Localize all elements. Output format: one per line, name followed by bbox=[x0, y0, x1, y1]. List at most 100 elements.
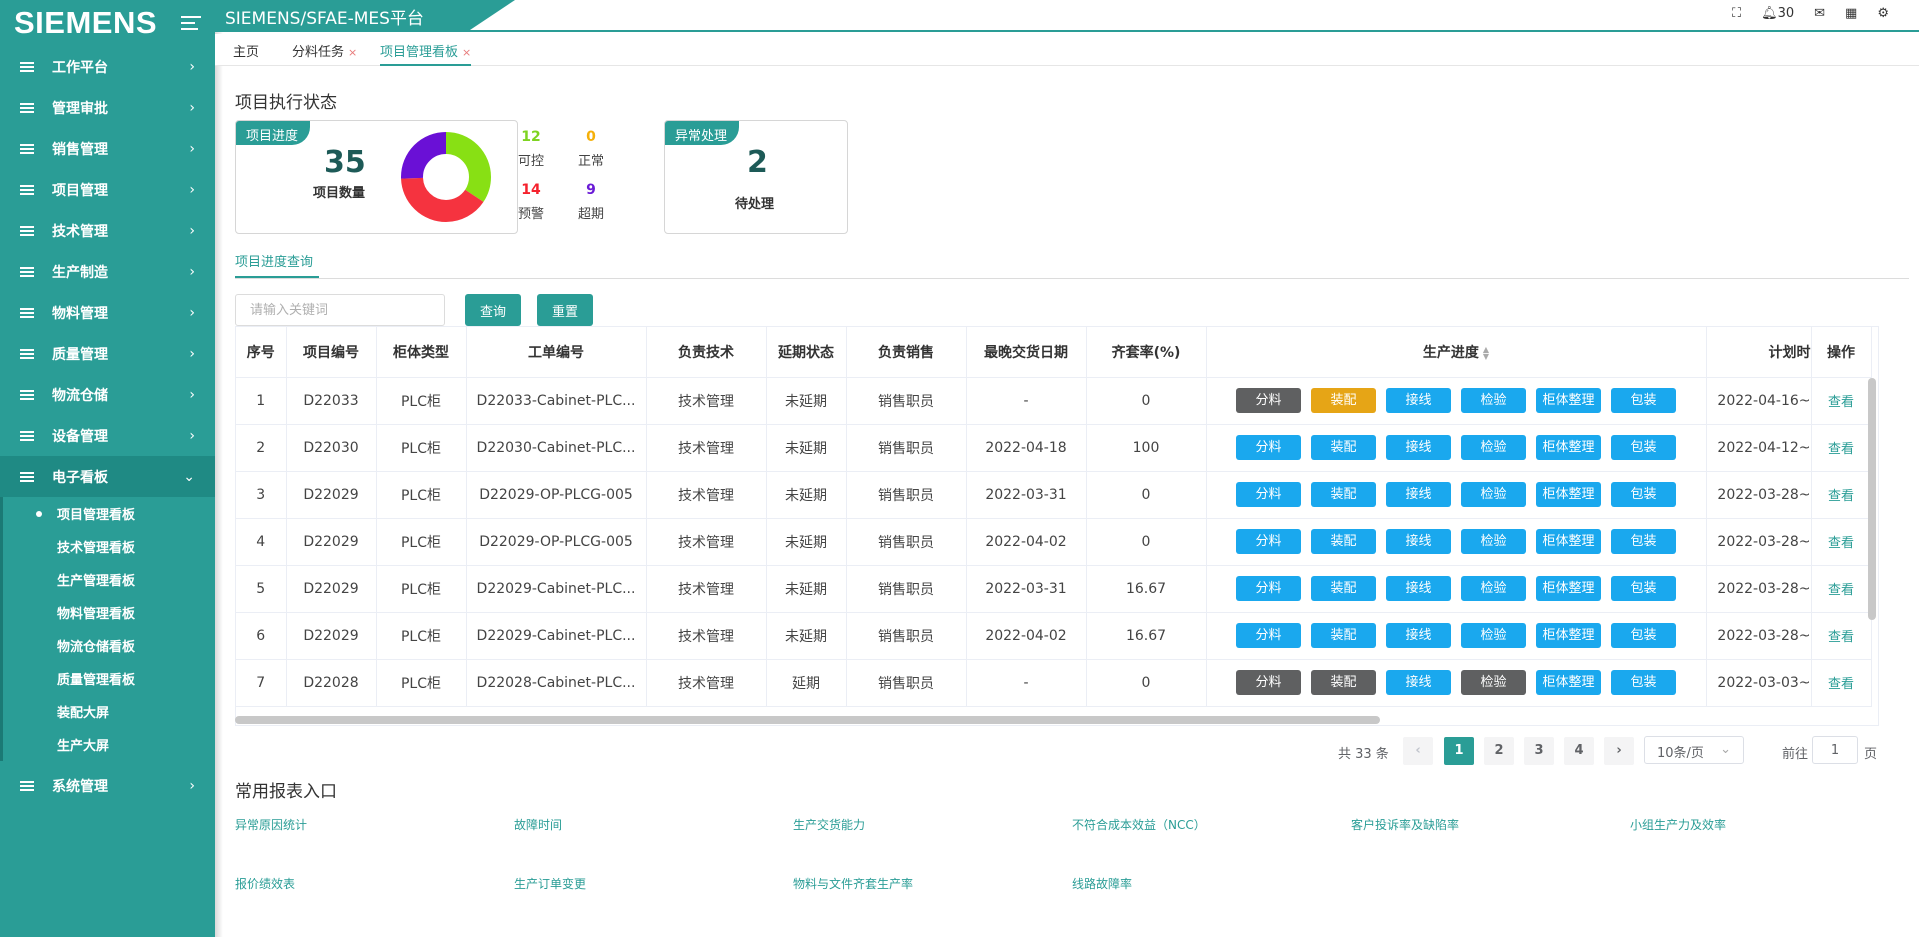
stage-cabinet-button[interactable]: 柜体整理 bbox=[1536, 670, 1601, 695]
tab-home[interactable]: 主页 bbox=[233, 41, 259, 60]
sidebar-item-project[interactable]: 项目管理 › bbox=[0, 169, 215, 210]
stage-assembly-button[interactable]: 装配 bbox=[1311, 670, 1376, 695]
stage-cabinet-button[interactable]: 柜体整理 bbox=[1536, 623, 1601, 648]
page-4[interactable]: 4 bbox=[1564, 737, 1594, 765]
report-link[interactable]: 故障时间 bbox=[514, 816, 562, 833]
sidebar-item-quality[interactable]: 质量管理 › bbox=[0, 333, 215, 374]
stage-material-button[interactable]: 分料 bbox=[1236, 623, 1301, 648]
sidebar-item-material[interactable]: 物料管理 › bbox=[0, 292, 215, 333]
sidebar-item-tech[interactable]: 技术管理 › bbox=[0, 210, 215, 251]
stage-inspection-button[interactable]: 检验 bbox=[1461, 576, 1526, 601]
stage-material-button[interactable]: 分料 bbox=[1236, 435, 1301, 460]
view-link[interactable]: 查看 bbox=[1828, 677, 1854, 692]
stage-wiring-button[interactable]: 接线 bbox=[1386, 388, 1451, 413]
apps-grid-icon[interactable]: ▦ bbox=[1845, 6, 1857, 21]
submenu-item[interactable]: 生产大屏 bbox=[3, 728, 215, 761]
stage-assembly-button[interactable]: 装配 bbox=[1311, 388, 1376, 413]
stage-cabinet-button[interactable]: 柜体整理 bbox=[1536, 576, 1601, 601]
stage-packing-button[interactable]: 包装 bbox=[1611, 435, 1676, 460]
stage-material-button[interactable]: 分料 bbox=[1236, 529, 1301, 554]
submenu-item[interactable]: 物料管理看板 bbox=[3, 596, 215, 629]
reset-button[interactable]: 重置 bbox=[537, 294, 593, 326]
goto-page-input[interactable] bbox=[1812, 736, 1858, 764]
submenu-item[interactable]: 技术管理看板 bbox=[3, 530, 215, 563]
report-link[interactable]: 生产订单变更 bbox=[514, 875, 586, 892]
stage-material-button[interactable]: 分料 bbox=[1236, 670, 1301, 695]
submenu-item[interactable]: 装配大屏 bbox=[3, 695, 215, 728]
settings-gear-icon[interactable]: ⚙ bbox=[1877, 6, 1889, 21]
sidebar-item-dashboard[interactable]: 电子看板 ⌄ bbox=[0, 456, 215, 497]
submenu-item[interactable]: 质量管理看板 bbox=[3, 662, 215, 695]
view-link[interactable]: 查看 bbox=[1828, 442, 1854, 457]
menu-toggle-icon[interactable] bbox=[181, 16, 201, 30]
close-icon[interactable]: × bbox=[348, 46, 357, 59]
view-link[interactable]: 查看 bbox=[1828, 583, 1854, 598]
stage-packing-button[interactable]: 包装 bbox=[1611, 623, 1676, 648]
tab-material-task[interactable]: 分料任务 × bbox=[292, 41, 357, 60]
sidebar-item-sales[interactable]: 销售管理 › bbox=[0, 128, 215, 169]
report-link[interactable]: 异常原因统计 bbox=[235, 816, 307, 833]
stage-assembly-button[interactable]: 装配 bbox=[1311, 623, 1376, 648]
stage-inspection-button[interactable]: 检验 bbox=[1461, 529, 1526, 554]
stage-material-button[interactable]: 分料 bbox=[1236, 482, 1301, 507]
sidebar-item-approval[interactable]: 管理审批 › bbox=[0, 87, 215, 128]
tab-progress-query[interactable]: 项目进度查询 bbox=[235, 251, 313, 270]
column-header[interactable]: 生产进度 ▲ ▼ bbox=[1206, 327, 1707, 378]
stage-cabinet-button[interactable]: 柜体整理 bbox=[1536, 435, 1601, 460]
page-size-select[interactable]: 10条/页 ⌄ bbox=[1644, 736, 1744, 764]
submenu-item[interactable]: 物流仓储看板 bbox=[3, 629, 215, 662]
page-1[interactable]: 1 bbox=[1444, 737, 1474, 765]
stage-inspection-button[interactable]: 检验 bbox=[1461, 435, 1526, 460]
sort-icon[interactable]: ▲ ▼ bbox=[1483, 345, 1489, 360]
stage-cabinet-button[interactable]: 柜体整理 bbox=[1536, 388, 1601, 413]
page-2[interactable]: 2 bbox=[1484, 737, 1514, 765]
next-page-button[interactable]: › bbox=[1604, 737, 1634, 765]
sidebar-item-production[interactable]: 生产制造 › bbox=[0, 251, 215, 292]
stage-packing-button[interactable]: 包装 bbox=[1611, 576, 1676, 601]
report-link[interactable]: 生产交货能力 bbox=[793, 816, 865, 833]
mail-icon[interactable]: ✉ bbox=[1814, 6, 1825, 21]
sidebar-item-equipment[interactable]: 设备管理 › bbox=[0, 415, 215, 456]
submenu-item[interactable]: 项目管理看板 bbox=[3, 497, 215, 530]
stage-assembly-button[interactable]: 装配 bbox=[1311, 529, 1376, 554]
stage-assembly-button[interactable]: 装配 bbox=[1311, 576, 1376, 601]
tab-project-board[interactable]: 项目管理看板 × bbox=[380, 41, 472, 66]
report-link[interactable]: 物料与文件齐套生产率 bbox=[793, 875, 913, 892]
stage-inspection-button[interactable]: 检验 bbox=[1461, 670, 1526, 695]
stage-wiring-button[interactable]: 接线 bbox=[1386, 670, 1451, 695]
view-link[interactable]: 查看 bbox=[1828, 489, 1854, 504]
stage-material-button[interactable]: 分料 bbox=[1236, 576, 1301, 601]
stage-inspection-button[interactable]: 检验 bbox=[1461, 623, 1526, 648]
vertical-scrollbar[interactable] bbox=[1868, 378, 1876, 620]
stage-wiring-button[interactable]: 接线 bbox=[1386, 529, 1451, 554]
page-3[interactable]: 3 bbox=[1524, 737, 1554, 765]
fullscreen-icon[interactable]: ⛶ bbox=[1732, 6, 1741, 21]
stage-packing-button[interactable]: 包装 bbox=[1611, 529, 1676, 554]
stage-inspection-button[interactable]: 检验 bbox=[1461, 482, 1526, 507]
stage-packing-button[interactable]: 包装 bbox=[1611, 388, 1676, 413]
view-link[interactable]: 查看 bbox=[1828, 630, 1854, 645]
horizontal-scrollbar[interactable] bbox=[235, 716, 1380, 724]
search-button[interactable]: 查询 bbox=[465, 294, 521, 326]
stage-assembly-button[interactable]: 装配 bbox=[1311, 482, 1376, 507]
stage-wiring-button[interactable]: 接线 bbox=[1386, 435, 1451, 460]
sidebar-item-workbench[interactable]: 工作平台 › bbox=[0, 46, 215, 87]
report-link[interactable]: 报价绩效表 bbox=[235, 875, 295, 892]
submenu-item[interactable]: 生产管理看板 bbox=[3, 563, 215, 596]
stage-material-button[interactable]: 分料 bbox=[1236, 388, 1301, 413]
report-link[interactable]: 客户投诉率及缺陷率 bbox=[1351, 816, 1459, 833]
stage-wiring-button[interactable]: 接线 bbox=[1386, 576, 1451, 601]
search-input[interactable] bbox=[235, 294, 445, 326]
stage-cabinet-button[interactable]: 柜体整理 bbox=[1536, 482, 1601, 507]
stage-inspection-button[interactable]: 检验 bbox=[1461, 388, 1526, 413]
report-link[interactable]: 不符合成本效益（NCC） bbox=[1072, 816, 1206, 833]
stage-cabinet-button[interactable]: 柜体整理 bbox=[1536, 529, 1601, 554]
prev-page-button[interactable]: ‹ bbox=[1403, 737, 1433, 765]
stage-packing-button[interactable]: 包装 bbox=[1611, 482, 1676, 507]
close-icon[interactable]: × bbox=[462, 46, 471, 59]
report-link[interactable]: 线路故障率 bbox=[1072, 875, 1132, 892]
view-link[interactable]: 查看 bbox=[1828, 395, 1854, 410]
stage-wiring-button[interactable]: 接线 bbox=[1386, 482, 1451, 507]
notification-bell[interactable]: 🔔︎30 bbox=[1761, 6, 1794, 21]
stage-packing-button[interactable]: 包装 bbox=[1611, 670, 1676, 695]
